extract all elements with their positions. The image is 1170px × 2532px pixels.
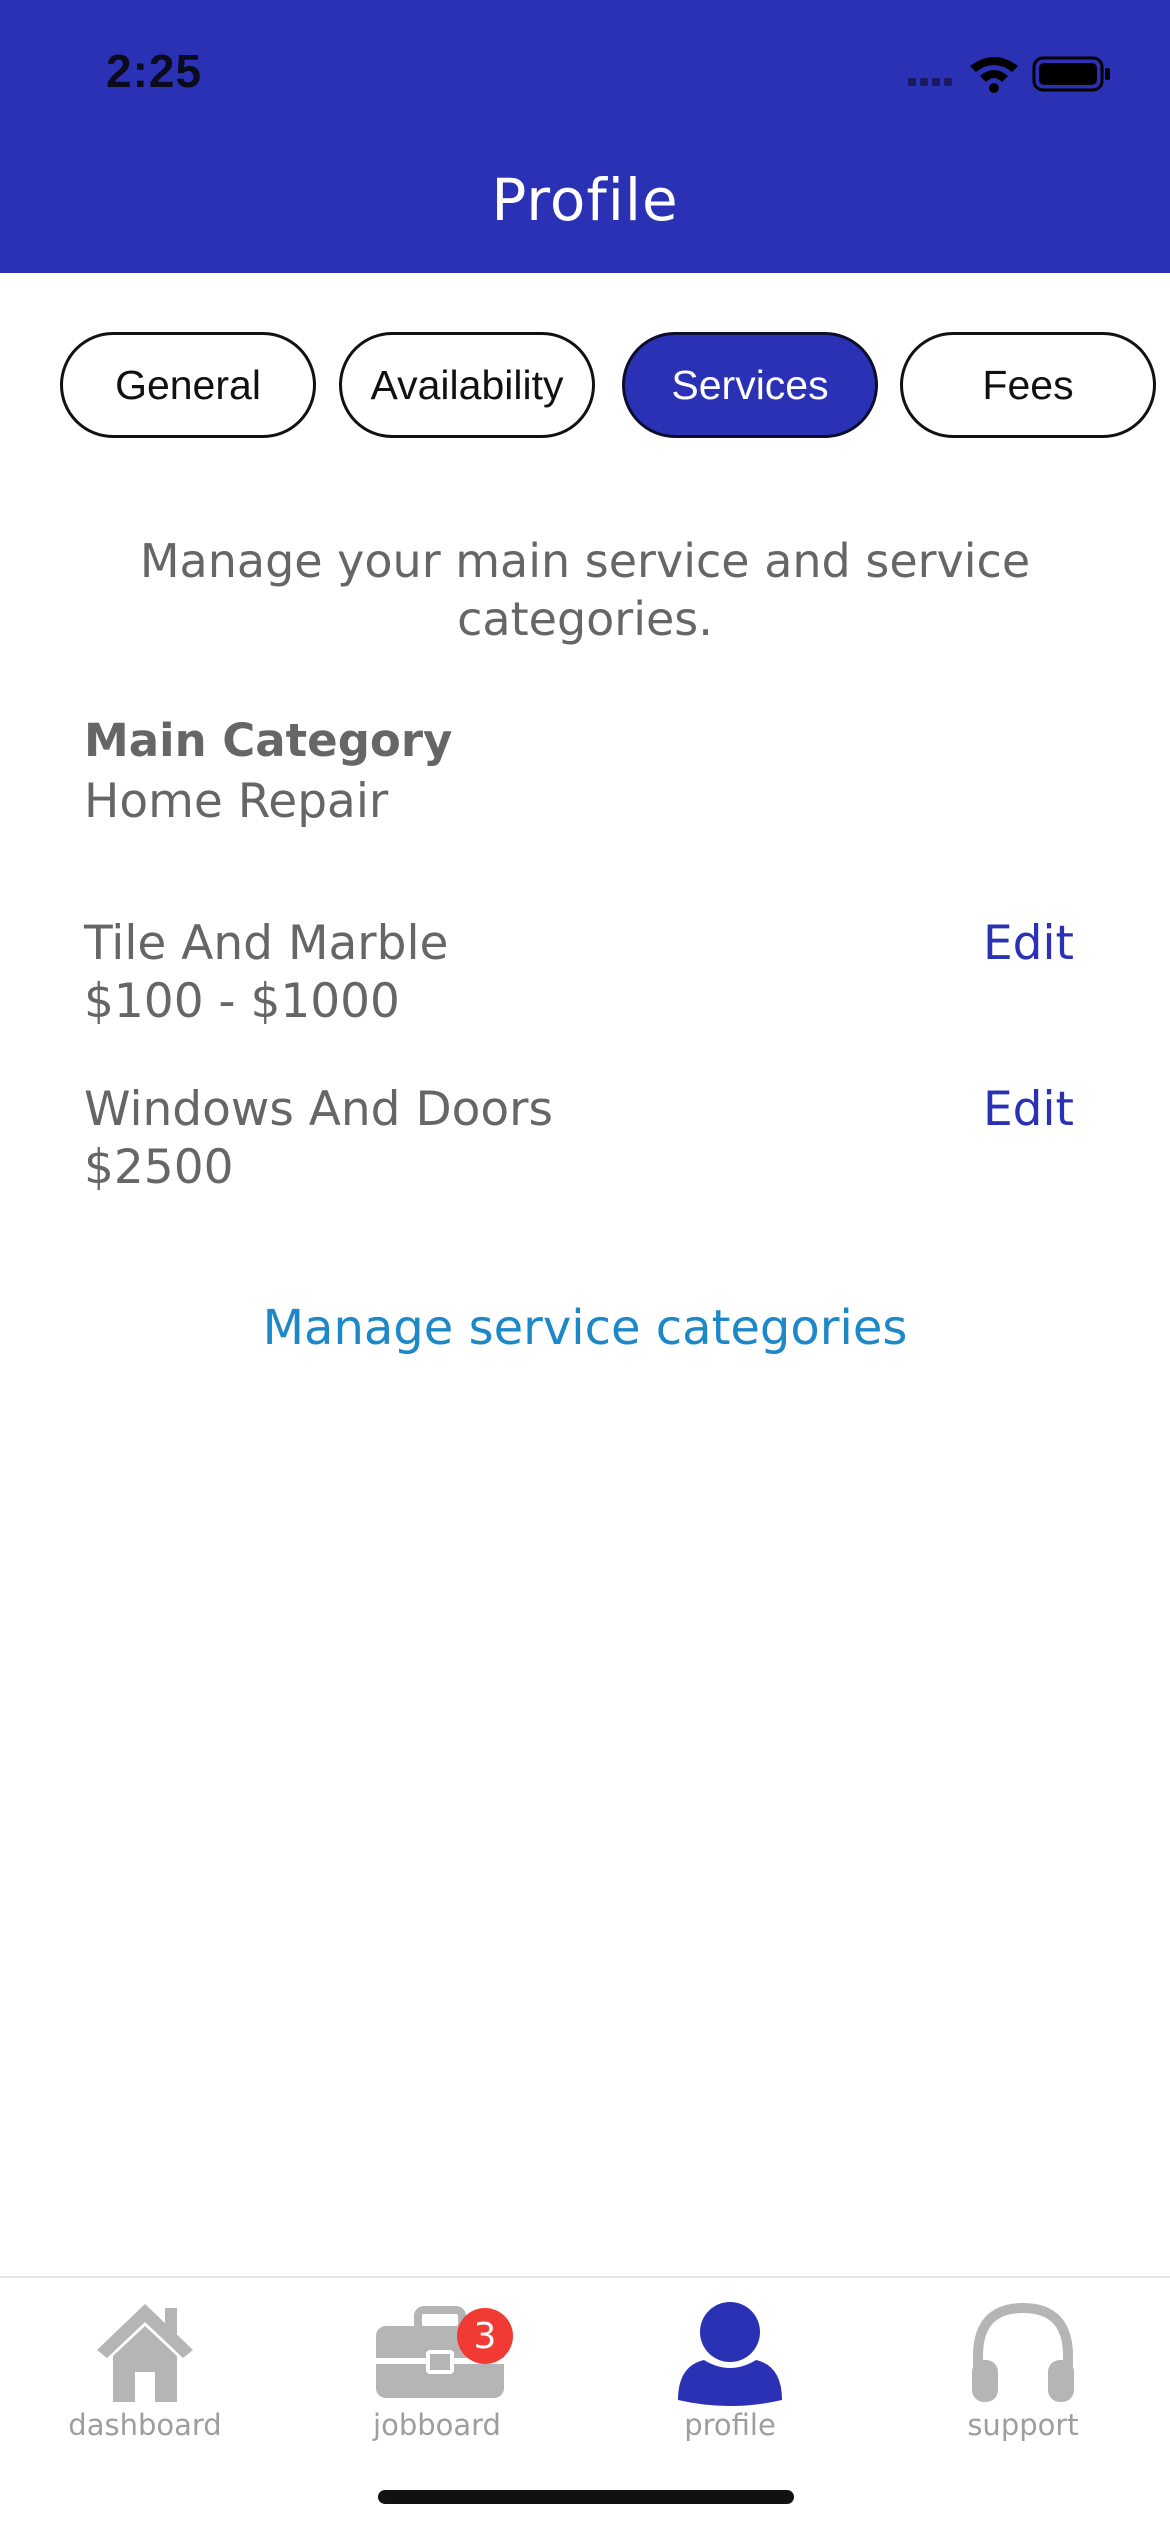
battery-icon — [1032, 56, 1110, 92]
profile-tabs: General Availability Services Fees — [0, 332, 1170, 438]
nav-item-dashboard[interactable]: dashboard — [45, 2278, 245, 2458]
notification-badge: 3 — [457, 2308, 513, 2364]
nav-label: dashboard — [68, 2408, 222, 2442]
home-indicator — [378, 2490, 794, 2504]
nav-item-profile[interactable]: profile — [630, 2278, 830, 2458]
nav-item-support[interactable]: support — [923, 2278, 1123, 2458]
service-price: $100 - $1000 — [84, 974, 400, 1029]
manage-service-categories-link[interactable]: Manage service categories — [0, 1300, 1170, 1356]
edit-service-button[interactable]: Edit — [983, 916, 1074, 971]
tab-fees[interactable]: Fees — [900, 332, 1156, 438]
nav-label: support — [967, 2408, 1079, 2442]
page-title: Profile — [491, 166, 679, 234]
edit-service-button[interactable]: Edit — [983, 1082, 1074, 1137]
status-time: 2:25 — [106, 45, 203, 97]
nav-item-jobboard[interactable]: 3 jobboard — [337, 2278, 537, 2458]
tab-services[interactable]: Services — [622, 332, 878, 438]
tab-general[interactable]: General — [60, 332, 316, 438]
nav-label: profile — [684, 2408, 776, 2442]
service-name: Windows And Doors — [84, 1082, 553, 1137]
headphones-icon — [972, 2302, 1074, 2402]
header-bar: 2:25 Profile — [0, 0, 1170, 273]
main-category-label: Main Category — [84, 714, 453, 767]
service-name: Tile And Marble — [84, 916, 449, 971]
nav-label: jobboard — [373, 2408, 501, 2442]
user-icon — [678, 2302, 782, 2406]
home-icon — [97, 2304, 193, 2402]
service-price: $2500 — [84, 1140, 234, 1195]
status-icons — [908, 56, 1110, 93]
signal-icon — [908, 78, 952, 86]
wifi-icon — [970, 57, 1018, 93]
main-category-value: Home Repair — [84, 774, 389, 829]
tab-availability[interactable]: Availability — [339, 332, 595, 438]
services-intro-text: Manage your main service and service cat… — [139, 534, 1031, 646]
